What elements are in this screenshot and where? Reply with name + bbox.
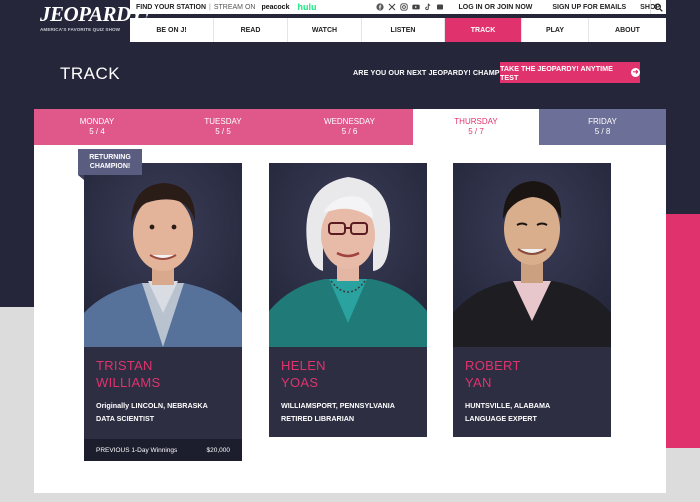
tab-day-label: FRIDAY bbox=[588, 117, 617, 126]
contestant-info: TRISTAN WILLIAMS Originally LINCOLN, NEB… bbox=[84, 347, 242, 425]
peacock-logo[interactable]: peacock bbox=[261, 4, 289, 11]
tab-tuesday[interactable]: TUESDAY 5 / 5 bbox=[160, 109, 286, 145]
x-twitter-icon[interactable] bbox=[388, 3, 396, 11]
page-title: TRACK bbox=[60, 64, 121, 83]
tiktok-icon[interactable] bbox=[424, 3, 432, 11]
main-nav: BE ON J! READ WATCH LISTEN TRACK PLAY AB… bbox=[130, 18, 666, 42]
social-links bbox=[376, 3, 444, 11]
logo-tagline: AMERICA'S FAVORITE QUIZ SHOW bbox=[40, 27, 121, 32]
tab-day-label: THURSDAY bbox=[454, 117, 498, 126]
tab-monday[interactable]: MONDAY 5 / 4 bbox=[34, 109, 160, 145]
search-icon[interactable] bbox=[650, 0, 666, 14]
returning-champion-badge: RETURNING CHAMPION! bbox=[78, 149, 142, 180]
tab-date-label: 5 / 7 bbox=[468, 127, 484, 136]
podcast-icon[interactable] bbox=[436, 3, 444, 11]
logo-text: JEOPARDY! bbox=[40, 2, 151, 26]
youtube-icon[interactable] bbox=[412, 3, 421, 11]
promo-text: ARE YOU OUR NEXT JEOPARDY! CHAMPION? bbox=[353, 68, 518, 77]
contestant-last-name: YOAS bbox=[281, 375, 319, 390]
contestant-location: HUNTSVILLE, ALABAMA bbox=[465, 401, 551, 410]
contestant-photo bbox=[269, 163, 427, 347]
contestant-first-name: ROBERT bbox=[465, 358, 521, 373]
contestant-location: WILLIAMSPORT, PENNSYLVANIA bbox=[281, 401, 395, 410]
contestant-info: ROBERT YAN HUNTSVILLE, ALABAMA LANGUAGE … bbox=[453, 347, 611, 425]
nav-be-on-j[interactable]: BE ON J! bbox=[130, 18, 214, 42]
contestant-card-helen[interactable]: HELEN YOAS WILLIAMSPORT, PENNSYLVANIA RE… bbox=[269, 163, 427, 437]
contestant-occupation: RETIRED LIBRARIAN bbox=[281, 414, 355, 423]
decorative-pink-block bbox=[666, 214, 700, 448]
tab-day-label: WEDNESDAY bbox=[324, 117, 375, 126]
badge-line-2: CHAMPION! bbox=[89, 163, 131, 170]
contestant-photo bbox=[84, 163, 242, 347]
contestant-last-name: YAN bbox=[465, 375, 492, 390]
utility-bar: FIND YOUR STATION | STREAM ON peacock hu… bbox=[130, 0, 666, 14]
previous-winnings-bar: PREVIOUS 1-Day Winnings $20,000 bbox=[84, 439, 242, 461]
find-station-link[interactable]: FIND YOUR STATION bbox=[136, 4, 206, 11]
contestant-last-name: WILLIAMS bbox=[96, 375, 161, 390]
day-tabs: MONDAY 5 / 4 TUESDAY 5 / 5 WEDNESDAY 5 /… bbox=[34, 109, 666, 145]
contestant-first-name: TRISTAN bbox=[96, 358, 153, 373]
signup-emails-link[interactable]: SIGN UP FOR EMAILS bbox=[552, 4, 626, 11]
contestant-location: Originally LINCOLN, NEBRASKA bbox=[96, 401, 208, 410]
stream-on-label: STREAM ON bbox=[213, 3, 256, 11]
nav-track[interactable]: TRACK bbox=[445, 18, 522, 42]
tab-thursday[interactable]: THURSDAY 5 / 7 bbox=[413, 109, 539, 145]
tab-wednesday[interactable]: WEDNESDAY 5 / 6 bbox=[286, 109, 413, 145]
anytime-test-label: TAKE THE JEOPARDY! ANYTIME TEST bbox=[500, 63, 613, 82]
nav-watch[interactable]: WATCH bbox=[288, 18, 362, 42]
contestant-card-robert[interactable]: ROBERT YAN HUNTSVILLE, ALABAMA LANGUAGE … bbox=[453, 163, 611, 437]
badge-line-1: RETURNING bbox=[89, 154, 131, 161]
contestant-info: HELEN YOAS WILLIAMSPORT, PENNSYLVANIA RE… bbox=[269, 347, 427, 425]
contestant-card-tristan[interactable]: TRISTAN WILLIAMS Originally LINCOLN, NEB… bbox=[84, 163, 242, 461]
winnings-value: $20,000 bbox=[206, 446, 231, 454]
winnings-label: PREVIOUS 1-Day Winnings bbox=[96, 446, 178, 454]
facebook-icon[interactable] bbox=[376, 3, 385, 11]
tab-date-label: 5 / 4 bbox=[89, 127, 105, 136]
nav-play[interactable]: PLAY bbox=[522, 18, 589, 42]
tab-friday[interactable]: FRIDAY 5 / 8 bbox=[539, 109, 666, 145]
instagram-icon[interactable] bbox=[400, 3, 409, 11]
nav-read[interactable]: READ bbox=[214, 18, 288, 42]
contestant-first-name: HELEN bbox=[281, 358, 326, 373]
contestant-occupation: LANGUAGE EXPERT bbox=[465, 414, 537, 423]
arrow-right-icon: ➜ bbox=[631, 68, 640, 77]
jeopardy-logo[interactable]: JEOPARDY! AMERICA'S FAVORITE QUIZ SHOW bbox=[34, 0, 151, 42]
divider: | bbox=[209, 3, 211, 11]
tab-day-label: MONDAY bbox=[79, 117, 115, 126]
nav-about[interactable]: ABOUT bbox=[589, 18, 666, 42]
nav-listen[interactable]: LISTEN bbox=[362, 18, 445, 42]
tab-day-label: TUESDAY bbox=[204, 117, 242, 126]
tab-date-label: 5 / 8 bbox=[594, 127, 611, 136]
contestant-occupation: DATA SCIENTIST bbox=[96, 414, 155, 423]
login-join-link[interactable]: LOG IN OR JOIN NOW bbox=[458, 4, 532, 11]
tab-date-label: 5 / 5 bbox=[215, 127, 231, 136]
tab-date-label: 5 / 6 bbox=[341, 127, 358, 136]
contestant-photo bbox=[453, 163, 611, 347]
hulu-logo[interactable]: hulu bbox=[297, 2, 316, 12]
anytime-test-button[interactable]: TAKE THE JEOPARDY! ANYTIME TEST ➜ bbox=[500, 62, 640, 83]
